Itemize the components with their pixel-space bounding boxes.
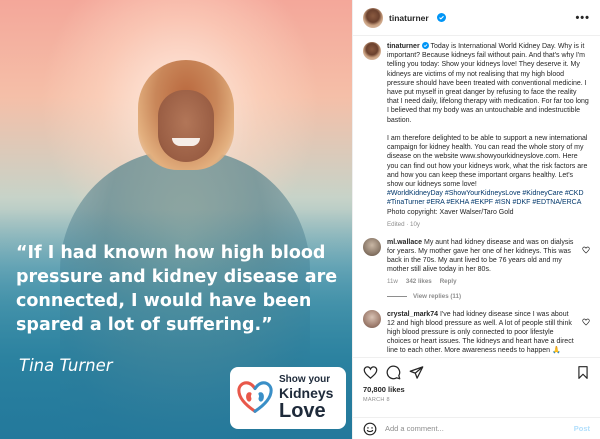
bookmark-icon[interactable] [576, 365, 590, 380]
post-side-panel: tinaturner ••• tinaturner Today is Inter… [352, 0, 600, 439]
image-quote: “If I had known how high blood pressure … [16, 243, 338, 335]
comment-likes[interactable]: 342 likes [406, 278, 432, 285]
caption-text: tinaturner Today is International World … [387, 42, 590, 217]
image-author: Tina Turner [19, 356, 113, 375]
comment-username[interactable]: ml.wallace [387, 239, 422, 246]
view-replies-label: View replies (11) [413, 292, 462, 300]
comment-text: crystal_mark74 I've had kidney disease s… [387, 310, 590, 356]
comment-item: crystal_mark74 I've had kidney disease s… [363, 309, 590, 356]
reply-button[interactable]: Reply [440, 278, 457, 285]
caption-username[interactable]: tinaturner [387, 43, 420, 50]
verified-badge-icon [436, 13, 446, 22]
caption-avatar[interactable] [363, 42, 381, 60]
portrait-face [158, 90, 214, 162]
action-icons [363, 362, 590, 382]
comments-area[interactable]: tinaturner Today is International World … [353, 36, 600, 357]
post-image[interactable]: “If I had known how high blood pressure … [0, 0, 352, 439]
instagram-post-view: “If I had known how high blood pressure … [0, 0, 600, 439]
view-replies-button[interactable]: View replies (11) [387, 293, 590, 300]
comment-item: ml.wallace My aunt had kidney disease an… [363, 237, 590, 285]
logo-text: Show your Kidneys Love [279, 374, 334, 422]
heart-icon[interactable] [582, 318, 590, 326]
comment-meta: 11w 342 likes Reply [387, 278, 590, 285]
campaign-logo: Show your Kidneys Love [230, 367, 346, 429]
more-options-icon[interactable]: ••• [575, 12, 590, 24]
kidney-heart-logo-icon [237, 381, 273, 413]
comment-time: 11w [387, 277, 398, 285]
header-username[interactable]: tinaturner [389, 13, 429, 23]
share-icon[interactable] [409, 365, 424, 380]
view-replies-line [387, 295, 407, 297]
comment-username[interactable]: crystal_mark74 [387, 311, 438, 318]
comment-avatar[interactable] [363, 237, 381, 256]
logo-line1: Show your [279, 374, 331, 385]
comment-text: ml.wallace My aunt had kidney disease an… [387, 238, 590, 275]
logo-line3: Love [279, 400, 326, 422]
caption-paragraph1: Today is International World Kidney Day.… [387, 43, 589, 124]
caption-time: Edited · 10y [387, 220, 421, 228]
post-actions: 70,800 likes MARCH 8 [353, 357, 600, 417]
heart-icon[interactable] [363, 365, 378, 380]
post-date: MARCH 8 [363, 397, 390, 403]
logo-line2: Kidneys [279, 385, 334, 401]
heart-icon[interactable] [582, 246, 590, 254]
post-header: tinaturner ••• [353, 0, 600, 36]
likes-count[interactable]: 70,800 likes [363, 385, 590, 394]
portrait-smile [172, 138, 200, 146]
add-comment-bar: Add a comment... Post [353, 417, 600, 439]
caption-hashtags[interactable]: #WorldKidneyDay #ShowYourKidneysLove #Ki… [387, 190, 584, 206]
comment-input[interactable]: Add a comment... [385, 424, 566, 433]
caption-photo-credit: Photo copyright: Xaver Walser/Taro Gold [387, 208, 514, 216]
caption: tinaturner Today is International World … [363, 42, 590, 228]
comment-avatar[interactable] [363, 309, 381, 328]
post-comment-button[interactable]: Post [574, 424, 590, 433]
avatar[interactable] [363, 7, 383, 28]
caption-paragraph2: I am therefore delighted to be able to s… [387, 135, 588, 189]
emoji-icon[interactable] [363, 422, 377, 436]
verified-badge-icon [421, 42, 429, 49]
comment-icon[interactable] [386, 365, 401, 380]
